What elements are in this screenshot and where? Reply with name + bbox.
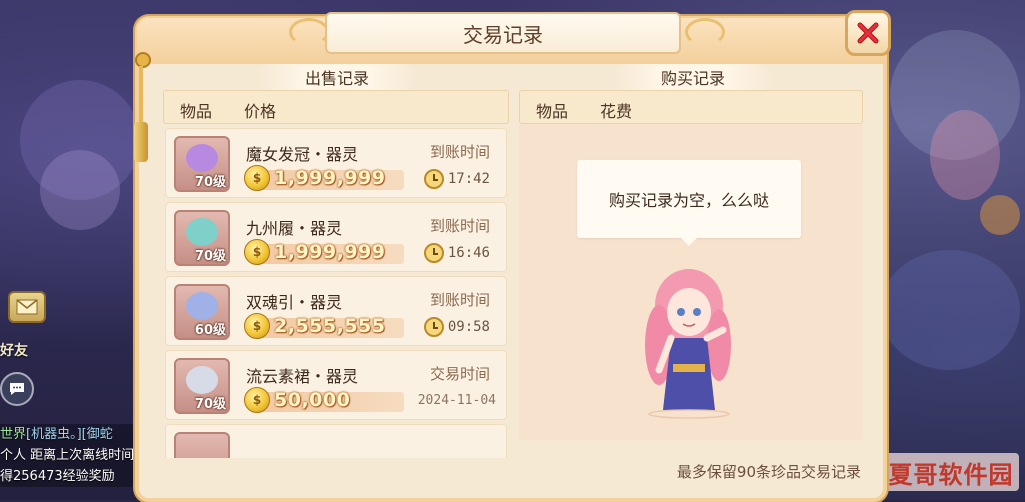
header-cost: 花费 — [600, 102, 633, 121]
item-price: 1,999,999 — [274, 241, 386, 263]
coin-icon: $ — [244, 239, 270, 265]
sale-row-partial[interactable] — [165, 424, 507, 458]
item-icon: 70级 — [174, 358, 230, 414]
buy-section-label: 购买记录 — [613, 64, 773, 90]
time-value: 16:46 — [447, 245, 490, 261]
item-name: 魔女发冠・器灵 — [246, 145, 359, 164]
buy-column-header: 物品 花费 — [519, 90, 863, 124]
sale-row[interactable]: 60级 双魂引・器灵 $ 2,555,555 到账时间 09:58 — [165, 276, 507, 346]
chat-log[interactable]: 世界[机器虫。][御蛇 个人 距离上次离线时间 得256473经验奖励 — [0, 424, 150, 487]
sale-row[interactable]: 70级 魔女发冠・器灵 $ 1,999,999 到账时间 17:42 — [165, 128, 507, 198]
time-label: 到账时间 — [429, 143, 490, 161]
panel-title: 交易记录 — [325, 12, 681, 54]
sale-record-list[interactable]: 70级 魔女发冠・器灵 $ 1,999,999 到账时间 17:42 70级 九… — [165, 128, 507, 458]
item-level: 70级 — [194, 397, 226, 412]
chat-line: 世界[机器虫。][御蛇 — [0, 424, 150, 445]
item-level: 60级 — [194, 323, 226, 338]
header-item: 物品 — [536, 102, 569, 121]
time-value: 09:58 — [447, 319, 490, 335]
trade-record-panel: 交易记录 出售记录 物品 价格 70级 魔女发冠・器灵 $ 1,999,999 … — [133, 10, 891, 502]
time-value: 2024-11-04 — [417, 393, 496, 408]
coin-icon: $ — [244, 387, 270, 413]
envelope-icon — [16, 299, 38, 315]
chat-line: 个人 距离上次离线时间 — [0, 445, 150, 466]
sale-column-header: 物品 价格 — [163, 90, 509, 124]
item-icon — [174, 432, 230, 458]
item-price: 50,000 — [274, 389, 351, 411]
item-icon: 60级 — [174, 284, 230, 340]
clock-icon — [424, 317, 444, 337]
item-level: 70级 — [194, 175, 226, 190]
cloud-ornament-left — [289, 18, 329, 46]
item-name: 双魂引・器灵 — [246, 293, 343, 312]
time-label: 交易时间 — [429, 365, 490, 383]
clock-icon — [424, 243, 444, 263]
chat-line: 得256473经验奖励 — [0, 466, 150, 487]
cloud-ornament-right — [685, 18, 725, 46]
sale-row[interactable]: 70级 九州履・器灵 $ 1,999,999 到账时间 16:46 — [165, 202, 507, 272]
chat-bubble-icon — [10, 383, 24, 395]
item-name: 九州履・器灵 — [246, 219, 343, 238]
close-button[interactable] — [845, 10, 891, 56]
header-price: 价格 — [244, 102, 277, 121]
tassel-decoration — [133, 52, 151, 172]
time-label: 到账时间 — [429, 291, 490, 309]
site-watermark: 夏哥软件园 — [883, 453, 1019, 491]
coin-icon: $ — [244, 165, 270, 191]
coin-icon: $ — [244, 313, 270, 339]
sale-section-label: 出售记录 — [257, 64, 417, 90]
friends-label[interactable]: 好友 — [0, 340, 28, 360]
mail-button[interactable] — [8, 291, 46, 323]
clock-icon — [424, 169, 444, 189]
item-icon: 70级 — [174, 136, 230, 192]
chat-button[interactable] — [0, 372, 34, 406]
empty-message-bubble: 购买记录为空，么么哒 — [577, 160, 801, 246]
time-label: 到账时间 — [429, 217, 490, 235]
item-level: 70级 — [194, 249, 226, 264]
item-price: 1,999,999 — [274, 167, 386, 189]
item-icon: 70级 — [174, 210, 230, 266]
buy-record-area: 购买记录为空，么么哒 — [519, 124, 863, 440]
time-value: 17:42 — [447, 171, 490, 187]
close-x-icon — [857, 22, 879, 44]
item-name: 流云素裙・器灵 — [246, 367, 359, 386]
item-price: 2,555,555 — [274, 315, 386, 337]
mascot-girl-illustration — [645, 269, 731, 419]
header-item: 物品 — [180, 102, 213, 121]
footer-note: 最多保留90条珍品交易记录 — [676, 463, 861, 481]
sale-row[interactable]: 70级 流云素裙・器灵 $ 50,000 交易时间 2024-11-04 — [165, 350, 507, 420]
